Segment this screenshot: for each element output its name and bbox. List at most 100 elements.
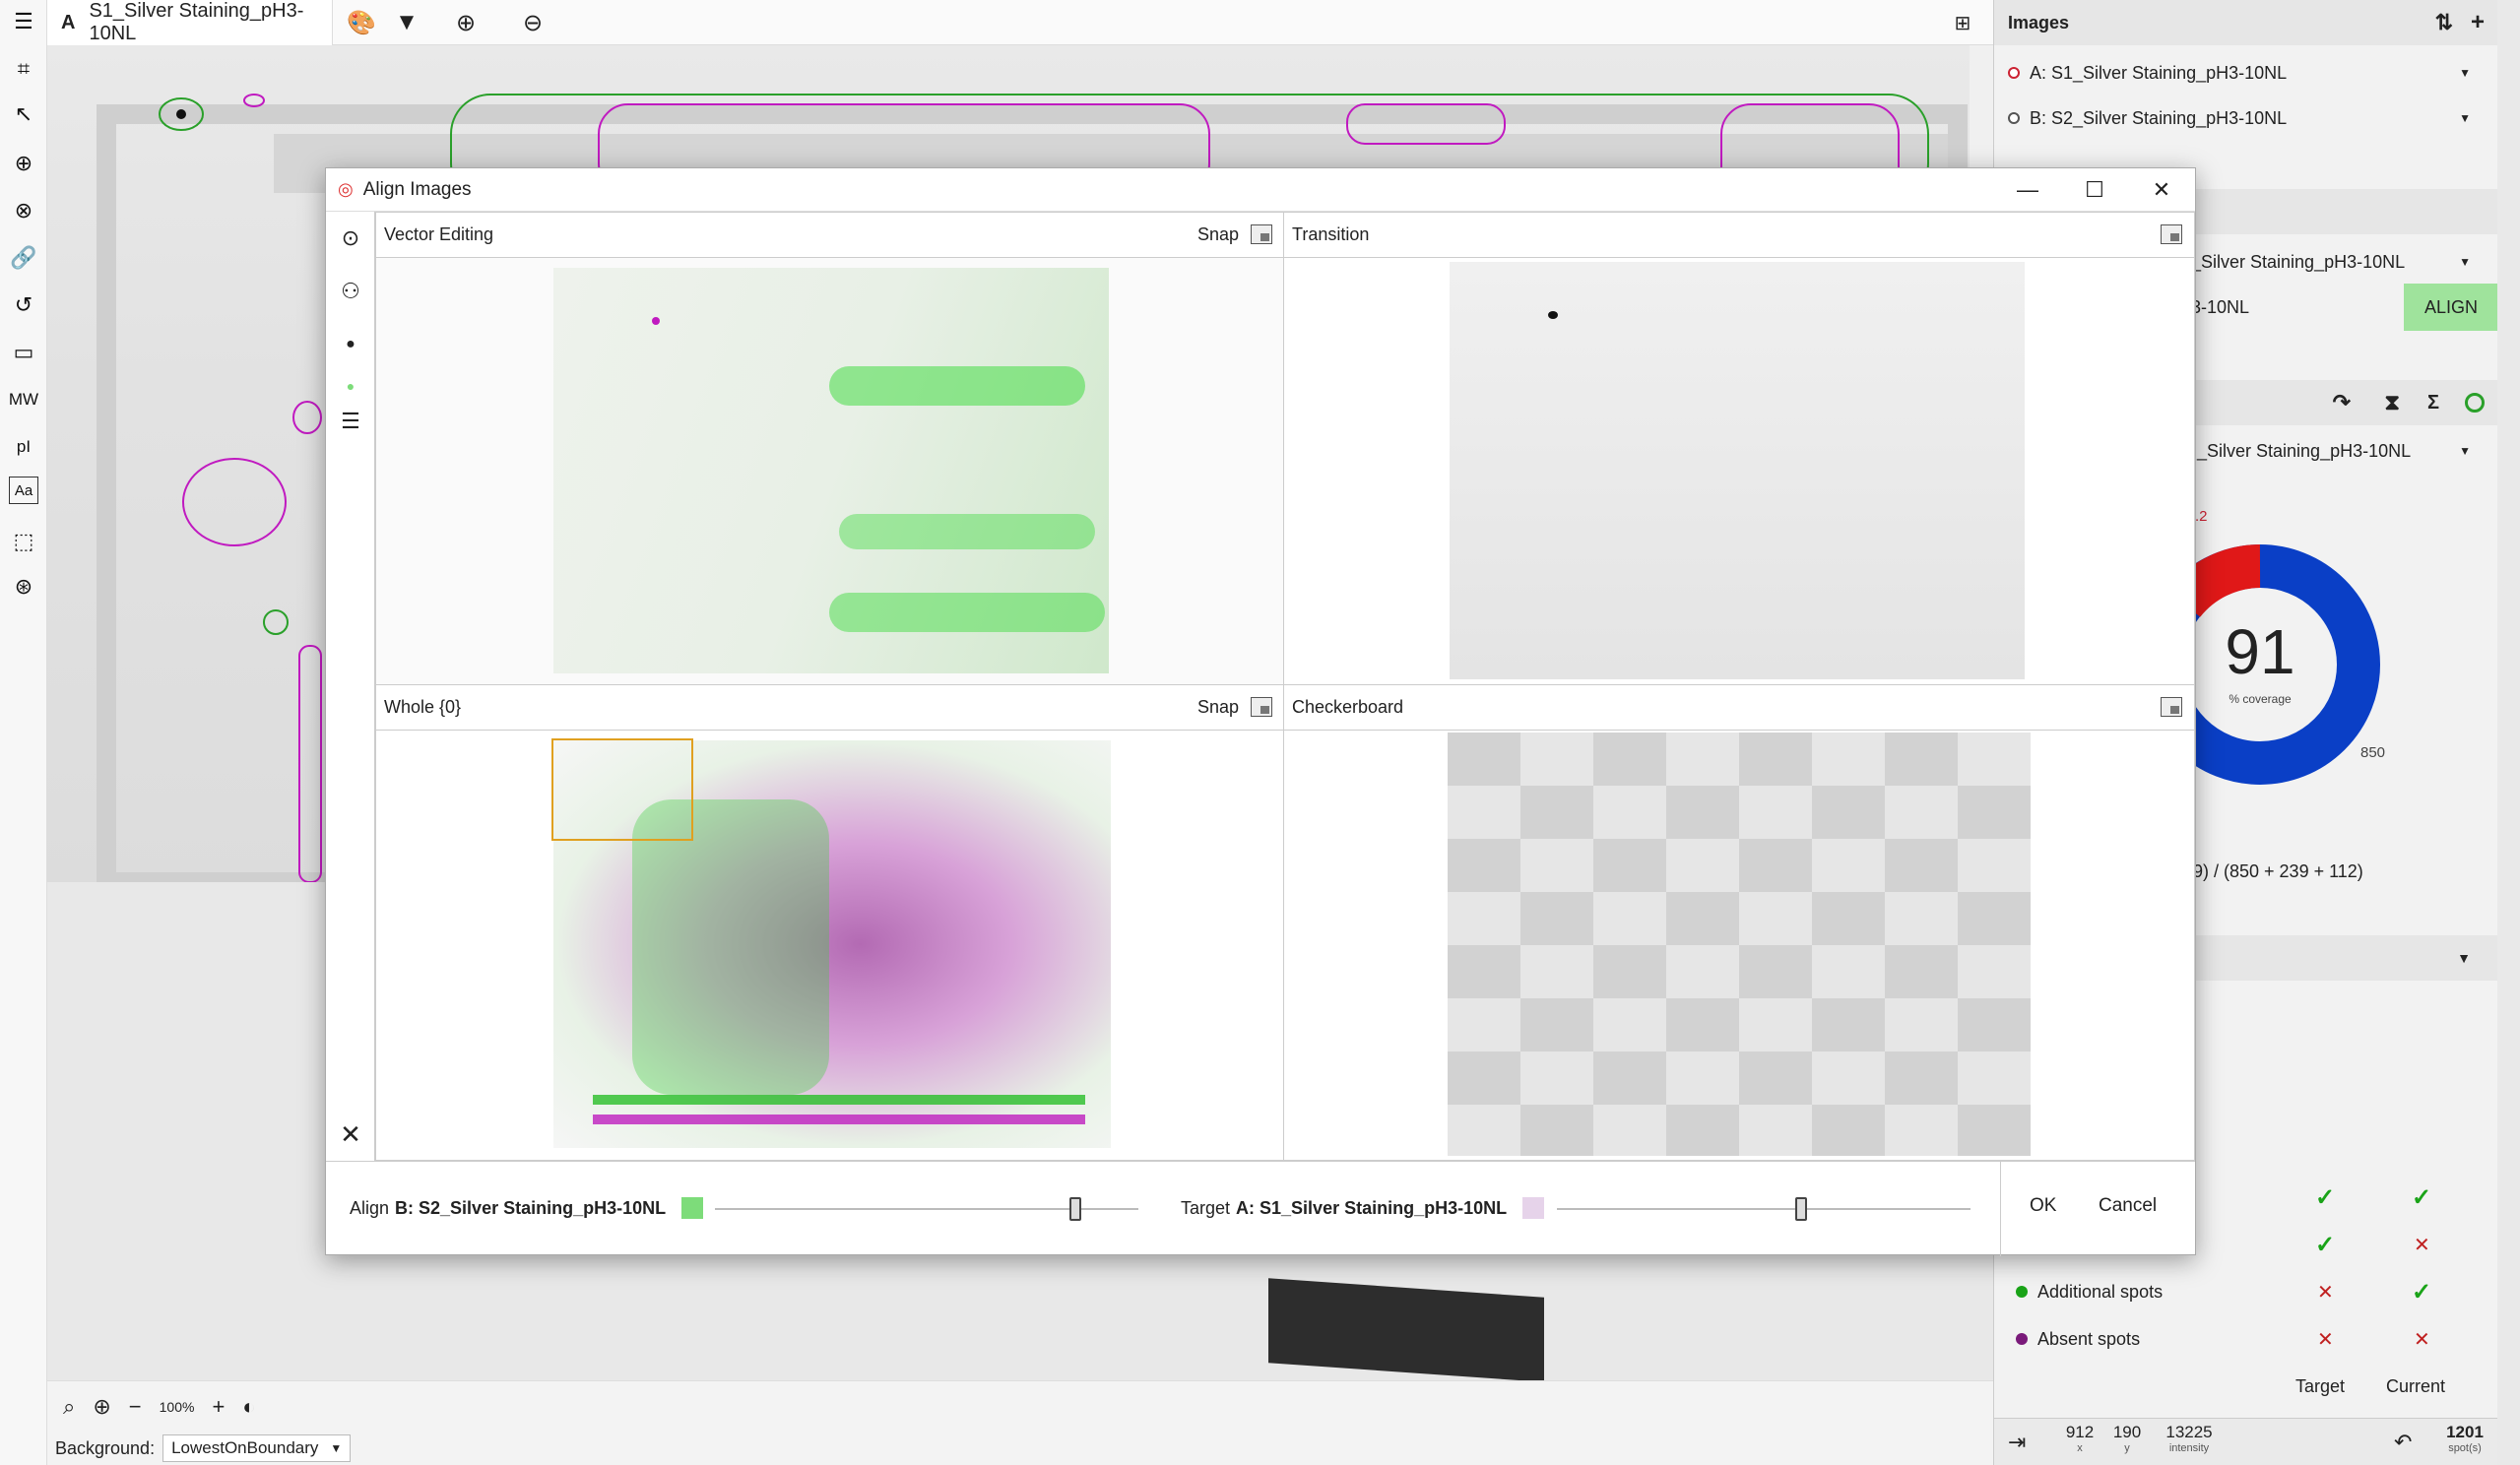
background-select[interactable]: LowestOnBoundary ▼ — [162, 1434, 352, 1462]
add-panel-icon[interactable]: ⊞ — [1948, 8, 1977, 37]
matrix-1-current: ✓ — [2412, 1183, 2432, 1211]
green-band — [829, 593, 1105, 632]
lasso-icon[interactable]: ⊗ — [6, 193, 41, 228]
image-b-indicator — [2008, 112, 2020, 124]
list-icon[interactable]: ☰ — [334, 405, 367, 438]
chevron-down-icon[interactable]: ▼ — [2459, 111, 2471, 125]
multi-select-icon[interactable]: ⚇ — [334, 275, 367, 308]
contrast-icon[interactable]: ◐ — [242, 1394, 255, 1420]
pointer-icon[interactable]: ↖ — [6, 96, 41, 132]
add-spot-icon[interactable]: ⊕ — [6, 146, 41, 181]
zoom-fit-icon[interactable]: ⊕ — [93, 1394, 110, 1420]
palette-icon[interactable]: 🎨 — [347, 8, 376, 37]
whole-view[interactable] — [376, 731, 1284, 1160]
transition-view[interactable] — [1284, 258, 2194, 685]
crop-icon[interactable]: ⌗ — [6, 51, 41, 87]
document-title: S1_Silver Staining_pH3-10NL — [89, 0, 304, 44]
menu-icon[interactable]: ☰ — [6, 4, 41, 39]
images-header: Images ⇅ + — [1994, 0, 2498, 45]
checkerboard-header: Checkerboard — [1284, 685, 2194, 731]
vector-editing-header: Vector Editing Snap — [376, 213, 1284, 258]
chevron-down-icon[interactable]: ▼ — [2459, 255, 2471, 269]
undo-arrow-icon[interactable]: ↺ — [6, 287, 41, 323]
chevron-down-icon[interactable]: ▼ — [2457, 950, 2471, 966]
magenta-spot — [652, 317, 660, 325]
donut-top-label: .2 — [2195, 508, 2208, 525]
chevron-down-icon[interactable]: ▼ — [2459, 444, 2471, 458]
viewport-rectangle[interactable] — [551, 738, 693, 841]
target-icon[interactable]: ⊙ — [334, 222, 367, 255]
donut-center-caption: % coverage — [2229, 692, 2292, 706]
donut-center-value: 91 — [2225, 616, 2295, 687]
document-tab[interactable]: A S1_Silver Staining_pH3-10NL — [47, 0, 333, 45]
sigma-icon[interactable]: Σ — [2427, 392, 2439, 414]
chevron-down-icon[interactable]: ▼ — [2459, 66, 2471, 80]
cancel-button[interactable]: Cancel — [2099, 1195, 2157, 1217]
delete-spot-icon[interactable]: ⊛ — [6, 569, 41, 605]
target-color-swatch[interactable] — [1522, 1197, 1545, 1219]
align-color-swatch[interactable] — [681, 1197, 704, 1219]
target-slider-thumb[interactable] — [1794, 1197, 1807, 1221]
whole-title: Whole {0} — [384, 697, 462, 717]
image-b-label: B: S2_Silver Staining_pH3-10NL — [2030, 107, 2288, 128]
add-image-icon[interactable]: + — [2471, 9, 2485, 36]
green-band — [829, 366, 1085, 406]
donut-right-label: 850 — [2360, 744, 2386, 761]
snapshot-icon[interactable] — [1251, 697, 1272, 717]
goto-icon[interactable]: ⇥ — [2008, 1430, 2026, 1455]
target-prefix: Target — [1181, 1197, 1231, 1218]
align-source-block: Align B: S2_Silver Staining_pH3-10NL — [350, 1197, 704, 1219]
align-source-label: 3-10NL — [2191, 296, 2250, 317]
vector-editing-view[interactable] — [376, 258, 1284, 685]
align-prefix: Align — [350, 1197, 390, 1218]
align-button[interactable]: ALIGN — [2404, 284, 2498, 331]
checkerboard-view[interactable] — [1284, 731, 2194, 1160]
pi-tool[interactable]: pI — [6, 429, 41, 465]
additional-spots-label: Additional spots — [2037, 1281, 2164, 1302]
oval-icon[interactable]: ▭ — [6, 335, 41, 370]
whole-snap-label[interactable]: Snap — [1197, 697, 1239, 718]
snapshot-icon[interactable] — [2161, 224, 2182, 244]
legend-absent-row: Absent spots ✕ ✕ — [1994, 1319, 2498, 1359]
vector-snap-label[interactable]: Snap — [1197, 224, 1239, 245]
right-panel-scrollbar[interactable] — [2497, 0, 2520, 1465]
swap-icon[interactable]: ⇅ — [2435, 10, 2453, 35]
zoom-plus-icon[interactable]: + — [212, 1394, 225, 1420]
mw-tool[interactable]: MW — [6, 382, 41, 417]
link-icon[interactable]: 🔗 — [6, 240, 41, 276]
transition-gel-image — [1450, 262, 2025, 679]
minimize-icon[interactable]: — — [1998, 168, 2057, 212]
undo-icon[interactable]: ↶ — [2394, 1430, 2412, 1455]
zoom-minus-icon[interactable]: − — [129, 1394, 142, 1420]
ok-button[interactable]: OK — [2030, 1195, 2056, 1217]
snapshot-icon[interactable] — [1251, 224, 1272, 244]
zoom-in-crosshair-icon[interactable]: ⊕ — [451, 8, 481, 37]
redo-icon[interactable]: ↷ — [2333, 390, 2351, 415]
image-a-row[interactable]: A: S1_Silver Staining_pH3-10NL ▼ — [1994, 55, 2498, 91]
black-dot-icon[interactable]: ● — [334, 328, 367, 361]
zoom-out-crosshair-icon[interactable]: ⊖ — [518, 8, 548, 37]
close-icon[interactable]: ✕ — [2132, 168, 2191, 212]
stats-select-label: _Silver Staining_pH3-10NL — [2197, 440, 2412, 461]
vector-editing-pane: Vector Editing Snap — [375, 212, 1285, 686]
text-tool[interactable]: Aa — [9, 477, 38, 504]
align-opacity-slider[interactable] — [715, 1197, 1138, 1221]
dialog-footer: Align B: S2_Silver Staining_pH3-10NL Tar… — [326, 1161, 2195, 1256]
background-bar: Background: LowestOnBoundary ▼ — [47, 1432, 1993, 1465]
search-icon[interactable]: ⌕ — [63, 1394, 75, 1420]
close-x-icon[interactable]: ✕ — [334, 1117, 367, 1151]
snapshot-icon[interactable] — [2161, 697, 2182, 717]
absent-target: ✕ — [2317, 1328, 2334, 1351]
image-b-row[interactable]: B: S2_Silver Staining_pH3-10NL ▼ — [1994, 100, 2498, 136]
filter-icon[interactable]: ▼ — [392, 8, 421, 37]
matrix-col-labels: Target Current — [1994, 1369, 2498, 1404]
bowtie-icon[interactable]: ⧗ — [2385, 390, 2400, 415]
align-slider-thumb[interactable] — [1068, 1197, 1081, 1221]
maximize-icon[interactable]: ☐ — [2065, 168, 2124, 212]
target-image-name: A: S1_Silver Staining_pH3-10NL — [1236, 1197, 1508, 1218]
green-dot-icon[interactable]: ● — [334, 369, 367, 403]
status-circle-icon[interactable] — [2465, 393, 2485, 413]
target-opacity-slider[interactable] — [1557, 1197, 1971, 1221]
select-rect-icon[interactable]: ⬚ — [6, 524, 41, 559]
footer-divider — [2000, 1162, 2001, 1256]
